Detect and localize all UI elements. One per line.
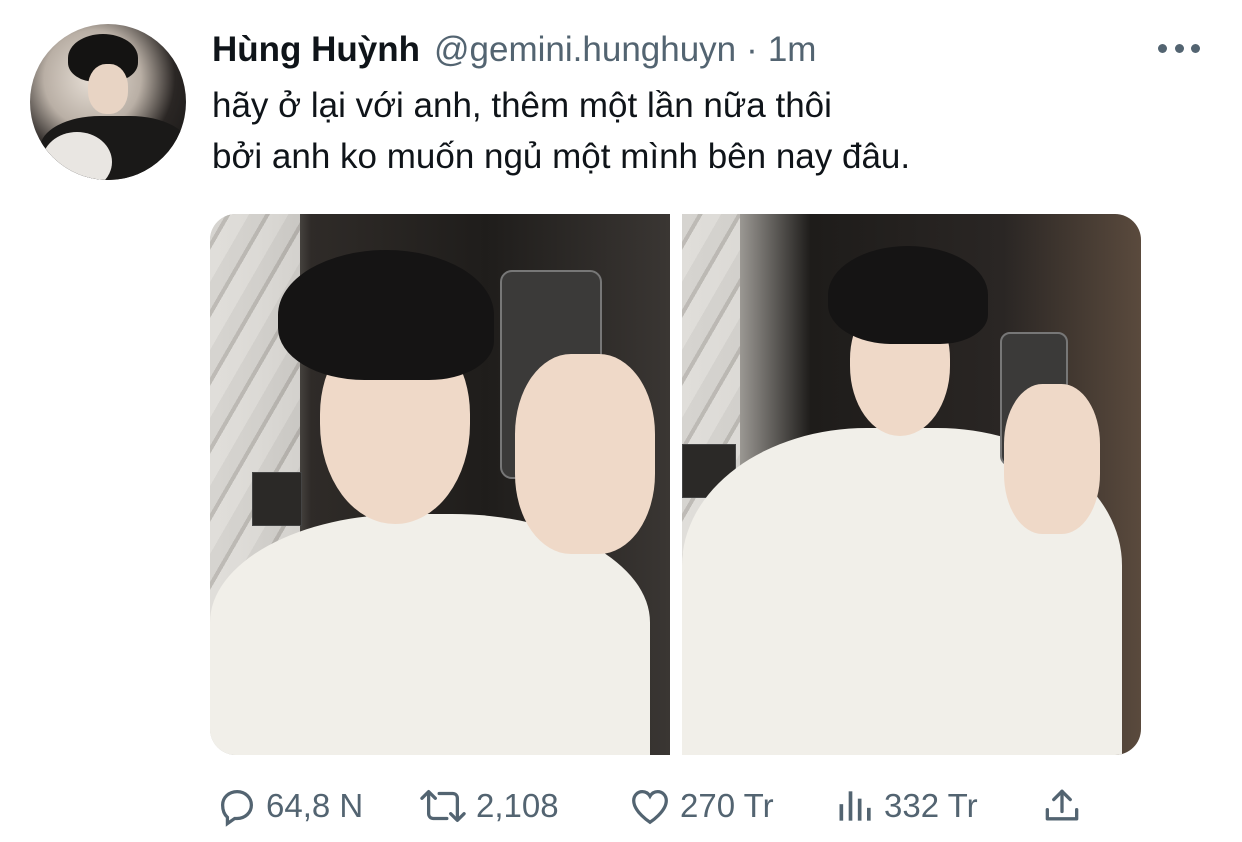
photo-1[interactable] <box>210 214 670 755</box>
more-icon[interactable] <box>1158 38 1200 58</box>
hand-shape <box>515 354 655 554</box>
photo-2[interactable] <box>682 214 1141 755</box>
share-icon <box>1040 783 1084 829</box>
hair-shape <box>278 250 494 380</box>
hair-shape <box>828 246 988 344</box>
more-dot <box>1191 43 1200 53</box>
views-button[interactable]: 332 Tr <box>834 782 978 830</box>
like-button[interactable]: 270 Tr <box>626 782 774 830</box>
views-icon <box>834 783 878 829</box>
views-count: 332 Tr <box>884 787 978 824</box>
retweet-icon <box>416 783 470 829</box>
wall-switch <box>252 472 302 526</box>
user-handle[interactable]: @gemini.hunghuyn <box>434 30 736 70</box>
like-count: 270 Tr <box>680 787 774 824</box>
reply-button[interactable]: 64,8 N <box>214 782 363 830</box>
separator-dot: · <box>746 30 758 69</box>
more-dot <box>1174 43 1184 53</box>
tweet-header: Hùng Huỳnh @gemini.hunghuyn · 1m <box>212 28 816 72</box>
tweet-time[interactable]: 1m <box>768 30 817 70</box>
tweet-actions: 64,8 N 2,108 270 Tr 332 Tr <box>210 782 1090 830</box>
avatar-face-shape <box>88 64 128 114</box>
reply-icon <box>214 783 260 829</box>
reply-count: 64,8 N <box>266 787 364 824</box>
hand-shape <box>1004 384 1100 534</box>
retweet-button[interactable]: 2,108 <box>416 782 559 830</box>
tweet-text: hãy ở lại với anh, thêm một lần nữa thôi… <box>212 80 1192 182</box>
share-button[interactable] <box>1040 782 1084 830</box>
tweet-line: bởi anh ko muốn ngủ một mình bên nay đâu… <box>212 137 911 176</box>
retweet-count: 2,108 <box>476 787 559 824</box>
more-dot <box>1158 43 1167 53</box>
display-name[interactable]: Hùng Huỳnh <box>212 30 420 70</box>
like-icon <box>626 783 674 829</box>
tweet-media <box>210 214 1141 755</box>
avatar[interactable] <box>30 24 186 180</box>
tweet-line: hãy ở lại với anh, thêm một lần nữa thôi <box>212 86 832 125</box>
